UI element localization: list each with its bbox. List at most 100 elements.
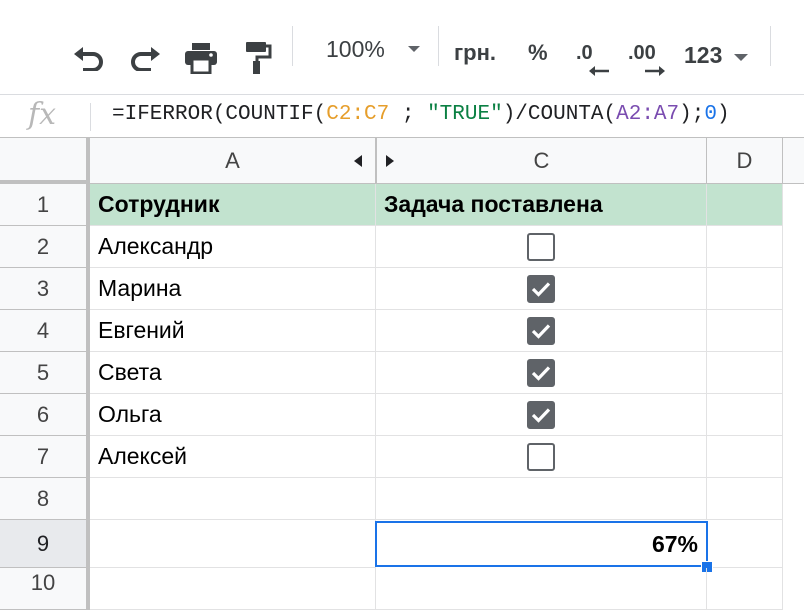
column-header-d[interactable]: D: [707, 138, 783, 184]
toolbar-divider: [770, 26, 771, 66]
formula-range-ref: C2:C7: [326, 103, 390, 126]
row-header[interactable]: 2: [0, 226, 90, 268]
checkmark-icon: [531, 323, 551, 339]
undo-button[interactable]: [68, 38, 108, 78]
result-value: 67%: [651, 530, 698, 557]
row-number: 7: [36, 443, 50, 469]
cell-text: Марина: [98, 275, 182, 301]
row-number: 4: [36, 317, 50, 343]
decrease-decimal-label: .0: [576, 42, 593, 64]
row-header[interactable]: 5: [0, 352, 90, 394]
cell-c8[interactable]: [376, 478, 707, 520]
cell-d5[interactable]: [707, 352, 783, 394]
arrow-left-icon: [589, 66, 609, 76]
cell-a8[interactable]: [90, 478, 376, 520]
checkbox[interactable]: [527, 316, 555, 345]
checkbox[interactable]: [527, 358, 555, 387]
checkbox[interactable]: [527, 400, 555, 429]
cell-d9[interactable]: [707, 520, 783, 568]
cell-a7[interactable]: Алексей: [90, 436, 376, 478]
formula-string: "TRUE": [427, 103, 503, 126]
cell-text: Света: [98, 359, 162, 385]
formula-text: )/COUNTA(: [502, 103, 617, 126]
column-header-label: D: [736, 148, 753, 173]
cell-c9-selected[interactable]: 67%: [375, 521, 708, 567]
row-number: 9: [36, 530, 50, 556]
cell-c2[interactable]: [376, 226, 707, 268]
column-header-c[interactable]: C: [376, 138, 707, 184]
expand-left-icon[interactable]: [354, 155, 362, 167]
cell-c5[interactable]: [376, 352, 707, 394]
cell-d10[interactable]: [707, 568, 783, 610]
cell-text: Ольга: [98, 401, 162, 427]
increase-decimal-button[interactable]: .00: [626, 38, 674, 80]
cell-a3[interactable]: Марина: [90, 268, 376, 310]
toolbar-divider: [438, 26, 439, 66]
row-header[interactable]: 7: [0, 436, 90, 478]
cell-c7[interactable]: [376, 436, 707, 478]
cell-a10[interactable]: [90, 568, 376, 610]
cell-text: Сотрудник: [98, 191, 220, 217]
percent-format-button[interactable]: %: [528, 40, 548, 66]
row-number: 2: [36, 233, 50, 259]
cell-d1[interactable]: [707, 184, 783, 226]
cell-d6[interactable]: [707, 394, 783, 436]
row-header[interactable]: 9: [0, 520, 90, 568]
row-number: 10: [30, 570, 56, 595]
cell-a1[interactable]: Сотрудник: [90, 184, 376, 226]
cell-d7[interactable]: [707, 436, 783, 478]
number-format-select[interactable]: 123: [680, 36, 752, 76]
checkmark-icon: [531, 365, 551, 381]
cell-c6[interactable]: [376, 394, 707, 436]
cell-text: Алексей: [98, 443, 188, 469]
zoom-select[interactable]: 100%: [316, 30, 428, 70]
spreadsheet-grid: A C D 1 2 3 4 5 6 7 8 9 10 Сотрудник Зад…: [0, 138, 804, 610]
cell-d8[interactable]: [707, 478, 783, 520]
cell-d4[interactable]: [707, 310, 783, 352]
formula-text: ): [716, 103, 730, 126]
cell-a6[interactable]: Ольга: [90, 394, 376, 436]
cell-a5[interactable]: Света: [90, 352, 376, 394]
checkmark-icon: [531, 281, 551, 297]
cell-c3[interactable]: [376, 268, 707, 310]
row-header[interactable]: 1: [0, 184, 90, 226]
arrow-right-icon: [645, 66, 665, 76]
cell-c10[interactable]: [376, 568, 707, 610]
chevron-down-icon: [408, 46, 420, 52]
formula-bar: fx =IFERROR(COUNTIF(C2:C7 ; "TRUE")/COUN…: [0, 94, 804, 138]
row-number: 6: [36, 401, 50, 427]
row-number: 5: [36, 359, 50, 385]
column-header-a[interactable]: A: [90, 138, 376, 184]
select-all-corner[interactable]: [0, 138, 90, 184]
checkbox[interactable]: [527, 232, 555, 261]
redo-button[interactable]: [126, 38, 166, 78]
row-number: 1: [36, 191, 50, 217]
cell-a4[interactable]: Евгений: [90, 310, 376, 352]
currency-format-button[interactable]: грн.: [454, 40, 496, 66]
row-header[interactable]: 3: [0, 268, 90, 310]
cell-d2[interactable]: [707, 226, 783, 268]
formula-input[interactable]: =IFERROR(COUNTIF(C2:C7 ; "TRUE")/COUNTA(…: [112, 103, 730, 126]
row-header[interactable]: 6: [0, 394, 90, 436]
print-button[interactable]: [180, 38, 222, 78]
cell-a9[interactable]: [90, 520, 376, 568]
row-header[interactable]: 10: [0, 568, 90, 610]
paint-format-button[interactable]: [240, 38, 276, 78]
checkbox[interactable]: [527, 274, 555, 303]
row-header[interactable]: 8: [0, 478, 90, 520]
print-icon: [185, 43, 217, 74]
zoom-value: 100%: [326, 36, 385, 62]
cell-c1[interactable]: Задача поставлена: [376, 184, 707, 226]
formula-bar-divider: [90, 103, 91, 131]
cell-text: Александр: [98, 233, 214, 259]
column-header-row: A C D: [0, 138, 804, 184]
redo-icon: [131, 47, 160, 71]
cell-a2[interactable]: Александр: [90, 226, 376, 268]
decrease-decimal-button[interactable]: .0: [572, 38, 616, 80]
chevron-down-icon: [734, 54, 748, 61]
row-header[interactable]: 4: [0, 310, 90, 352]
increase-decimal-label: .00: [628, 42, 656, 64]
cell-d3[interactable]: [707, 268, 783, 310]
checkbox[interactable]: [527, 442, 555, 471]
cell-c4[interactable]: [376, 310, 707, 352]
